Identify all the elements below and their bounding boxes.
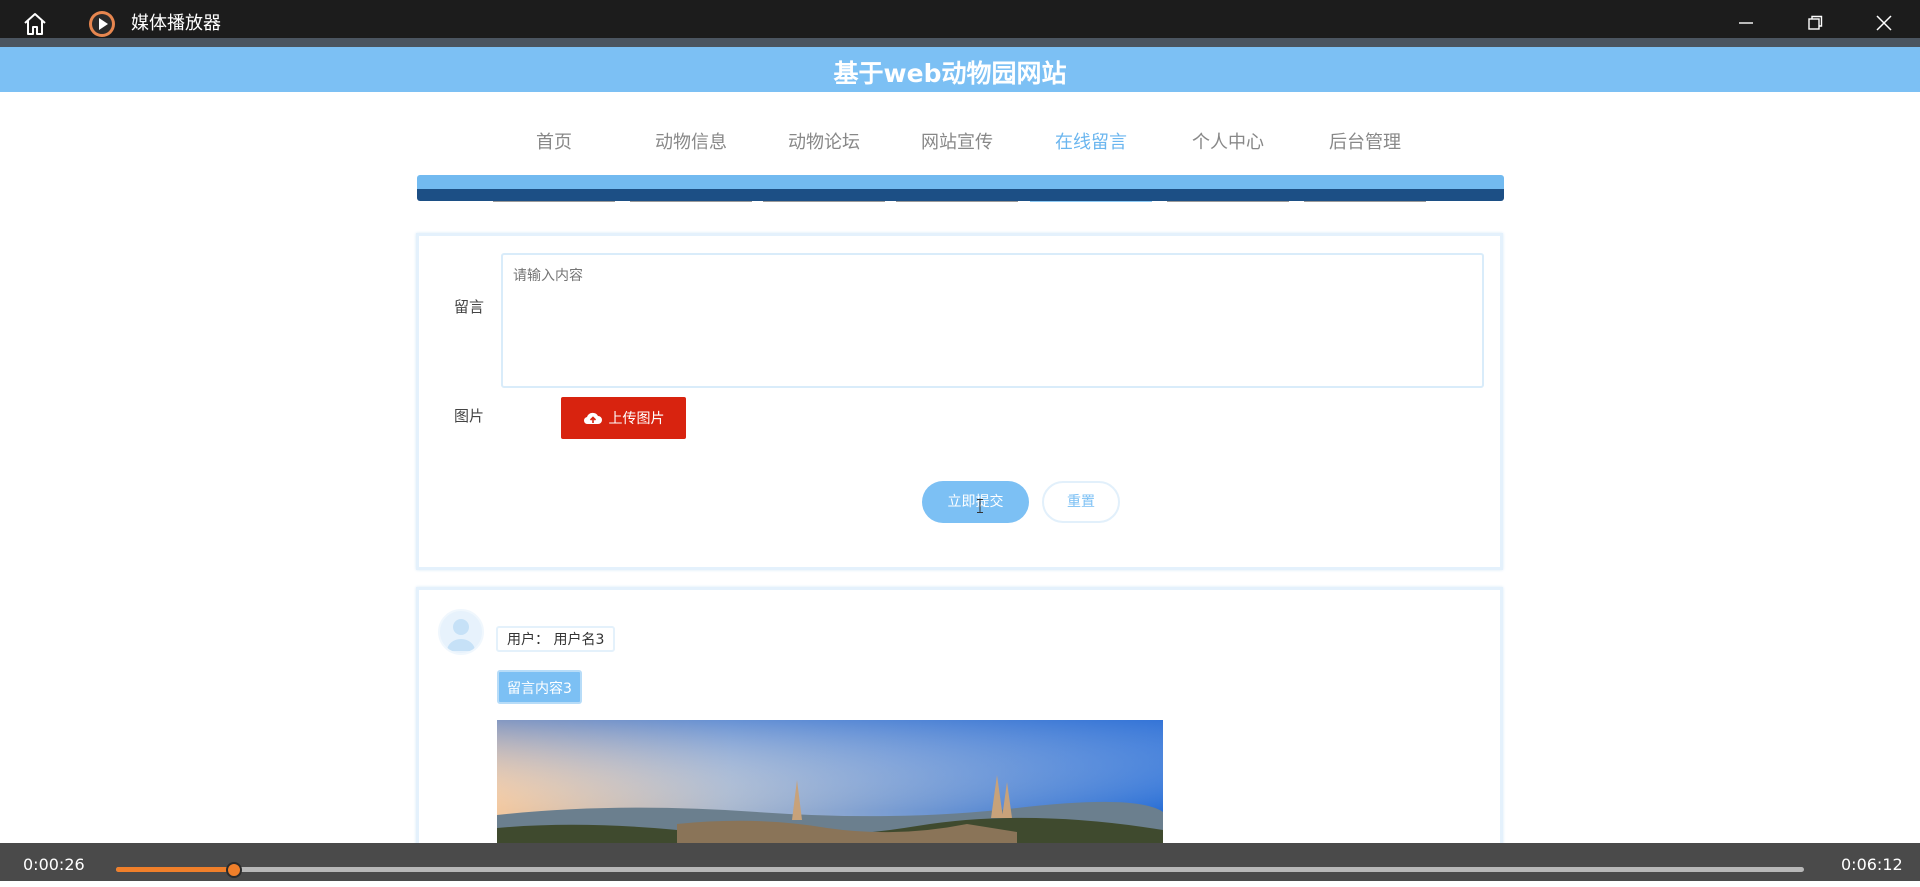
nav-item-online-message[interactable]: 在线留言 (1030, 118, 1152, 202)
nav-item-animal-info[interactable]: 动物信息 (630, 118, 752, 202)
image-label: 图片 (454, 407, 485, 425)
total-time: 0:06:12 (1841, 855, 1903, 874)
seek-handle[interactable] (226, 862, 243, 878)
cloud-upload-icon (583, 412, 602, 425)
user-avatar (438, 609, 484, 655)
media-player-logo-icon (89, 11, 115, 37)
nav-item-animal-forum[interactable]: 动物论坛 (763, 118, 885, 202)
user-icon (447, 619, 475, 651)
nav-label: 动物论坛 (788, 132, 860, 153)
video-frame: 基于web动物园网站 首页 动物信息 动物论坛 网站宣传 在线留言 个人中心 后… (0, 38, 1920, 881)
upload-image-button[interactable]: 上传图片 (561, 397, 686, 439)
text-cursor-icon (977, 499, 983, 513)
close-icon (1876, 15, 1892, 31)
video-top-shadow (0, 38, 1920, 47)
nav-label: 网站宣传 (921, 132, 993, 153)
message-content: 留言内容3 (497, 670, 582, 704)
reset-button[interactable]: 重置 (1042, 481, 1120, 523)
nav-label: 个人中心 (1192, 132, 1264, 153)
home-icon[interactable] (22, 11, 48, 37)
minimize-icon (1739, 22, 1753, 24)
nav-label: 在线留言 (1055, 132, 1127, 153)
site-header: 基于web动物园网站 (0, 47, 1920, 92)
nav-label: 动物信息 (655, 132, 727, 153)
player-controls: 0:00:26 0:06:12 (0, 843, 1920, 881)
nav-label: 首页 (536, 132, 572, 153)
nav-item-admin[interactable]: 后台管理 (1304, 118, 1426, 202)
nav-item-site-promo[interactable]: 网站宣传 (896, 118, 1018, 202)
message-list-card: 用户： 用户名3 留言内容3 (416, 587, 1503, 881)
nav-item-home[interactable]: 首页 (493, 118, 615, 202)
message-textarea[interactable] (501, 253, 1484, 388)
current-time: 0:00:26 (23, 855, 85, 874)
nav-label: 后台管理 (1329, 132, 1401, 153)
message-user: 用户： 用户名3 (496, 626, 616, 652)
message-form-card: 留言 图片 上传图片 立即提交 重置 (416, 233, 1503, 570)
restore-icon (1808, 15, 1823, 30)
nav-item-personal-center[interactable]: 个人中心 (1167, 118, 1289, 202)
banner-stripe (417, 175, 1504, 201)
upload-image-label: 上传图片 (608, 411, 665, 427)
submit-button[interactable]: 立即提交 (922, 481, 1029, 523)
seek-bar[interactable] (116, 867, 1804, 872)
message-label: 留言 (454, 298, 485, 316)
site-title: 基于web动物园网站 (833, 59, 1067, 88)
seek-bar-progress (116, 867, 235, 872)
